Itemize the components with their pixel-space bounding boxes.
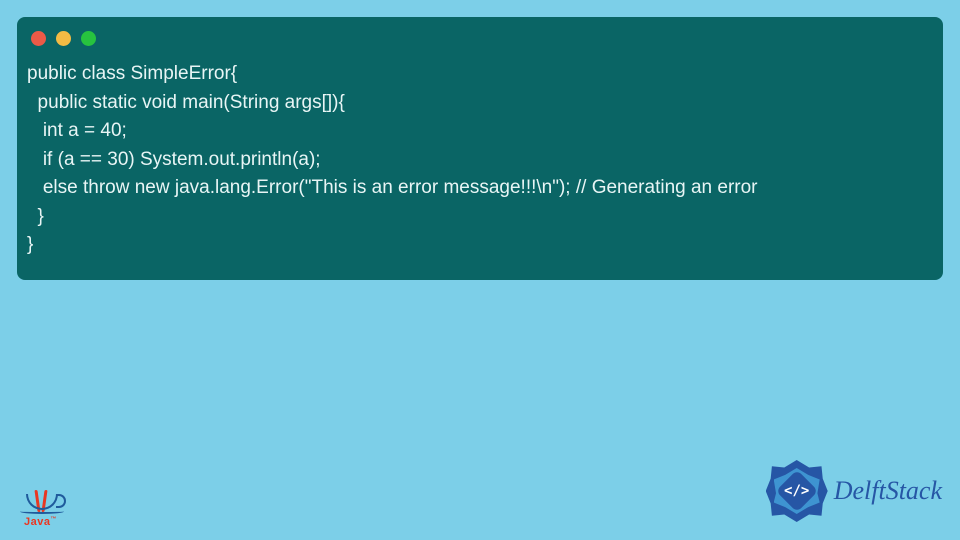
code-window: public class SimpleError{ public static … xyxy=(17,17,943,280)
code-block: public class SimpleError{ public static … xyxy=(17,54,943,266)
java-logo-text: Java™ xyxy=(24,516,57,528)
minimize-icon xyxy=(56,31,71,46)
delftstack-logo: </> DelftStack xyxy=(766,460,942,522)
code-line: if (a == 30) System.out.println(a); xyxy=(27,149,321,170)
code-line: public static void main(String args[]){ xyxy=(27,92,345,113)
window-controls xyxy=(17,17,943,54)
java-cup-icon xyxy=(26,494,58,510)
code-line: int a = 40; xyxy=(27,120,127,141)
code-brackets-icon: </> xyxy=(784,483,809,499)
code-line: public class SimpleError{ xyxy=(27,63,237,84)
code-line: else throw new java.lang.Error("This is … xyxy=(27,177,758,198)
code-line: } xyxy=(27,234,33,255)
close-icon xyxy=(31,31,46,46)
maximize-icon xyxy=(81,31,96,46)
delftstack-text: DelftStack xyxy=(834,476,942,506)
java-tm: ™ xyxy=(50,516,57,522)
delftstack-badge-icon: </> xyxy=(766,460,828,522)
java-saucer-icon xyxy=(20,509,64,514)
code-line: } xyxy=(27,206,44,227)
java-name: Java xyxy=(24,516,50,528)
java-logo: Java™ xyxy=(18,458,68,528)
